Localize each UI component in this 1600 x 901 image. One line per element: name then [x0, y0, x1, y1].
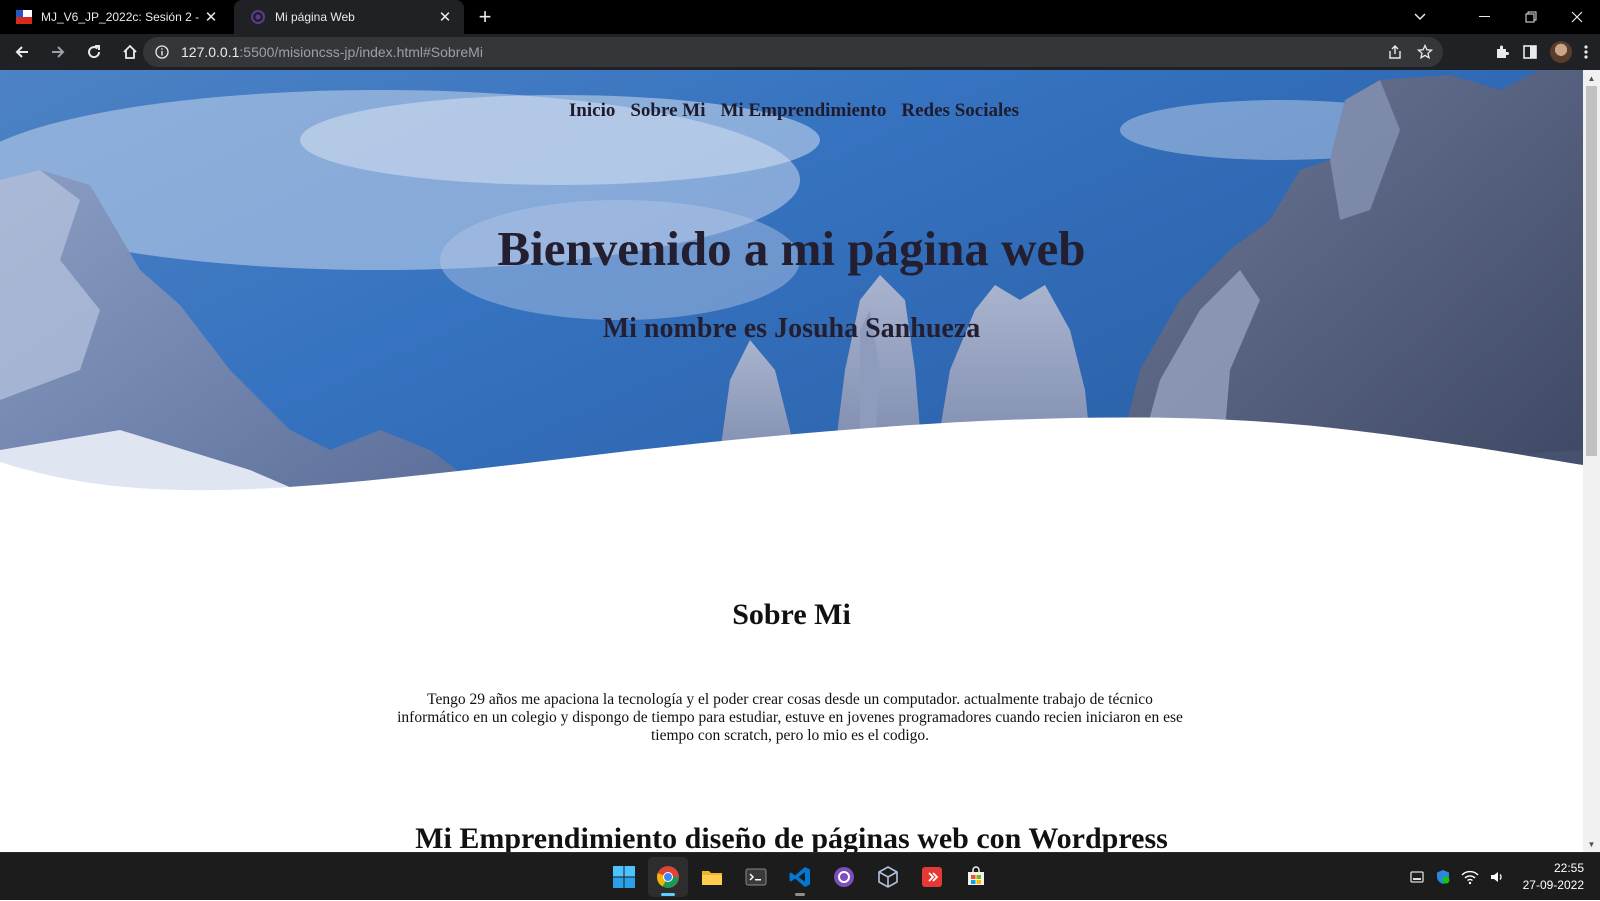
nav-link-sobre-mi[interactable]: Sobre Mi: [630, 100, 705, 122]
mountain-landscape-image: [0, 70, 1583, 500]
tab-title: MJ_V6_JP_2022c: Sesión 2 - ARREGLOS: [41, 10, 202, 24]
close-window-icon[interactable]: [1554, 0, 1600, 34]
file-explorer-icon[interactable]: [692, 857, 732, 897]
browser-toolbar: 127.0.0.1:5500/misioncss-jp/index.html#S…: [0, 34, 1600, 70]
chrome-icon[interactable]: [648, 857, 688, 897]
browser-tab-strip: MJ_V6_JP_2022c: Sesión 2 - ARREGLOS ✕ Mi…: [0, 0, 1600, 34]
new-tab-button[interactable]: +: [468, 0, 502, 34]
url-host: 127.0.0.1: [181, 44, 240, 60]
terminal-icon[interactable]: [736, 857, 776, 897]
tab-moodle[interactable]: MJ_V6_JP_2022c: Sesión 2 - ARREGLOS ✕: [0, 0, 230, 34]
restore-icon[interactable]: [1508, 0, 1554, 34]
chile-flag-icon: [16, 10, 32, 24]
virtualbox-icon[interactable]: [868, 857, 908, 897]
url-path: :5500/misioncss-jp/index.html#SobreMi: [239, 44, 483, 60]
scroll-down-arrow-icon[interactable]: ▼: [1583, 836, 1600, 852]
scrollbar-thumb[interactable]: [1586, 86, 1597, 456]
menu-kebab-icon[interactable]: [1584, 44, 1588, 60]
windows-taskbar: 22:55 27-09-2022: [0, 852, 1600, 900]
hero-title: Bienvenido a mi página web: [497, 221, 1086, 276]
volume-icon[interactable]: [1489, 869, 1505, 885]
vscode-icon[interactable]: [780, 857, 820, 897]
drive-icon[interactable]: [1409, 869, 1425, 885]
anydesk-icon[interactable]: [912, 857, 952, 897]
nav-link-mi-emprendimiento[interactable]: Mi Emprendimiento: [720, 100, 886, 122]
page-viewport: Inicio Sobre Mi Mi Emprendimiento Redes …: [0, 70, 1583, 852]
security-shield-icon[interactable]: [1435, 869, 1451, 885]
about-section-text: Tengo 29 años me apaciona la tecnología …: [397, 691, 1183, 744]
minimize-icon[interactable]: [1462, 0, 1508, 34]
windows-start-icon[interactable]: [604, 857, 644, 897]
site-info-icon[interactable]: [155, 45, 169, 59]
about-section-title: Sobre Mi: [732, 598, 851, 631]
nav-link-redes-sociales[interactable]: Redes Sociales: [901, 100, 1019, 122]
close-tab-icon[interactable]: ✕: [436, 8, 454, 26]
nav-link-inicio[interactable]: Inicio: [569, 100, 615, 122]
system-clock[interactable]: 22:55 27-09-2022: [1523, 860, 1584, 894]
home-icon[interactable]: [114, 36, 146, 68]
side-panel-icon[interactable]: [1522, 44, 1538, 60]
forward-icon[interactable]: [42, 36, 74, 68]
clock-time: 22:55: [1553, 861, 1584, 875]
page-scrollbar[interactable]: ▲ ▼: [1583, 70, 1600, 852]
main-nav: Inicio Sobre Mi Mi Emprendimiento Redes …: [0, 100, 1583, 122]
microsoft-store-icon[interactable]: [956, 857, 996, 897]
close-tab-icon[interactable]: ✕: [202, 8, 220, 26]
scroll-up-arrow-icon[interactable]: ▲: [1583, 70, 1600, 86]
tab-title: Mi página Web: [275, 10, 355, 24]
system-tray: 22:55 27-09-2022: [1409, 853, 1590, 901]
reload-icon[interactable]: [78, 36, 110, 68]
address-bar[interactable]: 127.0.0.1:5500/misioncss-jp/index.html#S…: [143, 37, 1443, 67]
clock-date: 27-09-2022: [1522, 878, 1584, 892]
hero-section: Inicio Sobre Mi Mi Emprendimiento Redes …: [0, 70, 1583, 500]
profile-avatar[interactable]: [1550, 41, 1572, 63]
extensions-icon[interactable]: [1494, 44, 1510, 60]
vscode-live-server-icon: [251, 10, 265, 24]
tab-mi-pagina-web[interactable]: Mi página Web ✕: [234, 0, 464, 34]
bookmark-star-icon[interactable]: [1417, 44, 1433, 60]
share-icon[interactable]: [1387, 44, 1403, 60]
wifi-icon[interactable]: [1461, 869, 1479, 885]
hero-subtitle: Mi nombre es Josuha Sanhueza: [602, 313, 981, 344]
tab-search-icon[interactable]: [1400, 0, 1440, 34]
back-icon[interactable]: [6, 36, 38, 68]
github-desktop-icon[interactable]: [824, 857, 864, 897]
emprendimiento-section-title: Mi Emprendimiento diseño de páginas web …: [415, 822, 1168, 852]
